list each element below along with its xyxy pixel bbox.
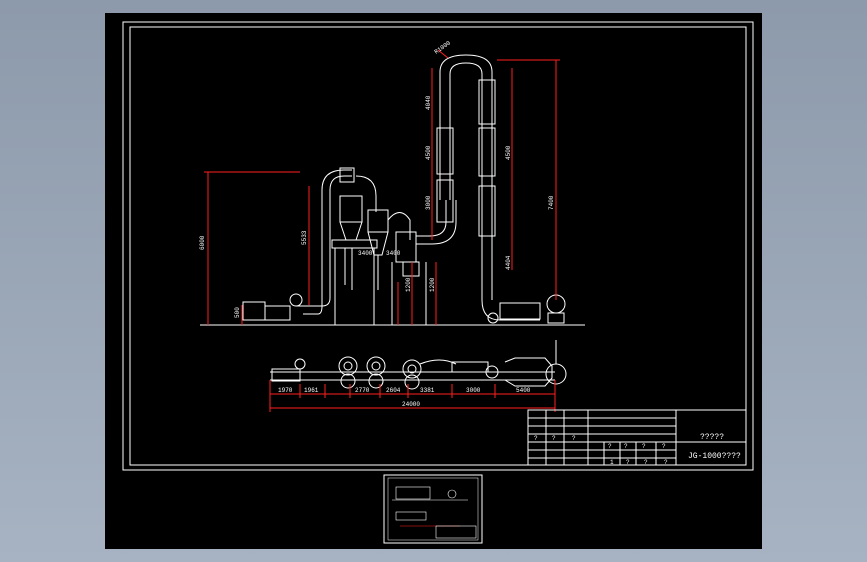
dim-riser-2: 3000 (425, 195, 432, 210)
bottom-row-3: ? (664, 459, 668, 466)
parts-col-0: ? (534, 435, 538, 442)
dim-mid-1: 3400 (386, 250, 401, 257)
bottom-row-1: ? (626, 459, 630, 466)
thumbnail-preview[interactable] (383, 474, 483, 544)
dim-base-height: 500 (234, 307, 241, 318)
dim-riser-1: 4500 (425, 145, 432, 160)
parts-col-5: ? (642, 443, 646, 450)
plan-dim-5: 3000 (466, 387, 481, 394)
plan-dim-6: 5400 (516, 387, 531, 394)
parts-col-1: ? (552, 435, 556, 442)
cad-viewport[interactable]: 6000 5533 7400 500 R1000 4040 4500 3000 … (0, 0, 867, 562)
dim-left-height: 6000 (199, 235, 206, 250)
plan-dim-3: 2604 (386, 387, 401, 394)
parts-col-2: ? (572, 435, 576, 442)
dim-mid-2: 1200 (405, 277, 412, 292)
dim-right-height: 7400 (548, 195, 555, 210)
dim-riser-3: 4500 (505, 145, 512, 160)
bottom-row-0: 1 (610, 459, 614, 466)
dim-riser-4: 4404 (505, 255, 512, 270)
plan-dim-0: 1970 (278, 387, 293, 394)
plan-dim-4: 3381 (420, 387, 435, 394)
drawing-code: JG-1000???? (688, 452, 741, 461)
parts-col-3: ? (608, 443, 612, 450)
plan-dim-2: 2770 (355, 387, 370, 394)
plan-dim-overall: 24000 (402, 401, 420, 408)
drawing-name: ????? (700, 433, 724, 442)
dim-mid-3: 1200 (429, 277, 436, 292)
parts-col-6: ? (662, 443, 666, 450)
dim-mid-0: 3400 (358, 250, 373, 257)
dim-cyclone-height: 5533 (301, 230, 308, 245)
bottom-row-2: ? (644, 459, 648, 466)
plan-dim-1: 1961 (304, 387, 319, 394)
dim-riser-0: 4040 (425, 95, 432, 110)
parts-col-4: ? (624, 443, 628, 450)
